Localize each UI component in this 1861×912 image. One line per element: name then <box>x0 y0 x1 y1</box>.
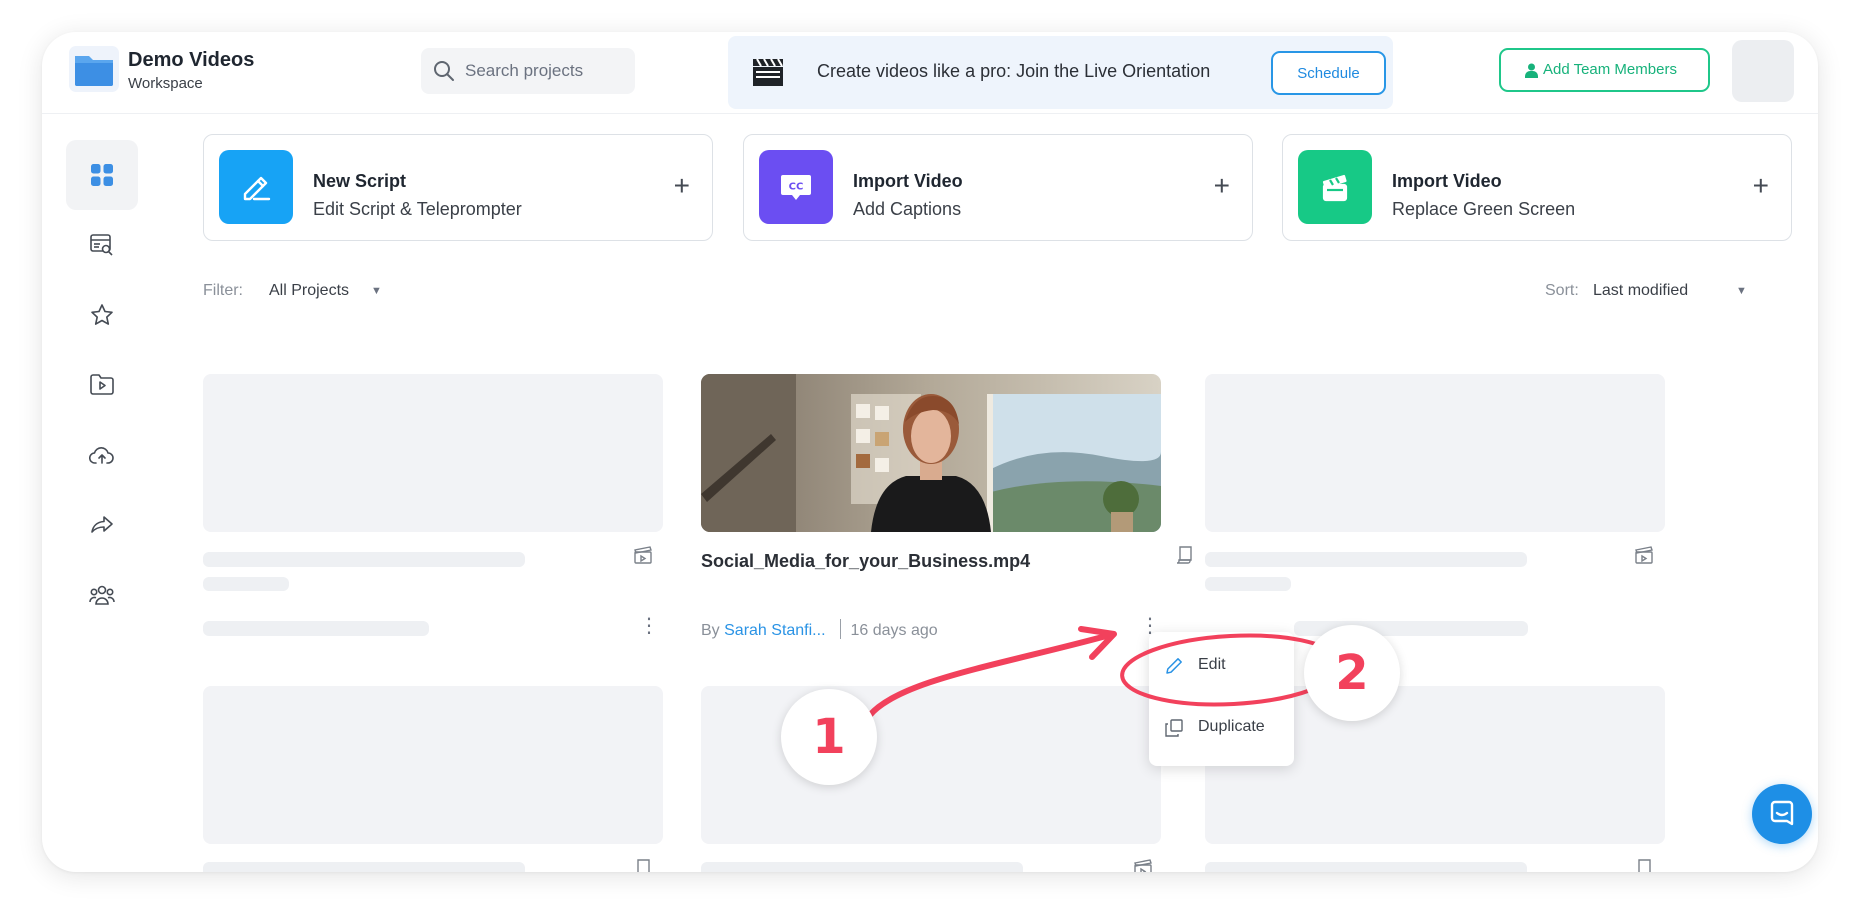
share-icon <box>91 516 113 533</box>
workspace-label: Workspace <box>128 75 203 92</box>
clapperboard-icon <box>634 546 652 564</box>
menu-item-duplicate-label: Duplicate <box>1198 718 1265 735</box>
search-box[interactable] <box>421 48 635 94</box>
orientation-banner: Create videos like a pro: Join the Live … <box>728 36 1393 109</box>
cloud-upload-icon <box>89 447 114 464</box>
menu-item-duplicate[interactable]: Duplicate <box>1149 702 1294 752</box>
title-placeholder <box>1205 552 1527 567</box>
sidebar-item-scripts[interactable] <box>66 210 138 280</box>
project-meta: By Sarah Stanfi... 16 days ago <box>701 619 938 640</box>
filter-label: Filter: <box>203 282 243 299</box>
sidebar-item-videos[interactable] <box>66 350 138 420</box>
captions-icon: CC <box>759 150 833 224</box>
title-placeholder <box>203 552 525 567</box>
avatar[interactable] <box>1732 40 1794 102</box>
team-icon <box>89 585 115 605</box>
top-header: Demo Videos Workspace Create videos like… <box>42 32 1818 114</box>
sidebar-item-favorites[interactable] <box>66 280 138 350</box>
sidebar-item-shared[interactable] <box>66 490 138 560</box>
new-script-subtitle: Edit Script & Teleprompter <box>313 199 522 219</box>
filter-dropdown[interactable]: All Projects <box>269 282 349 300</box>
search-input[interactable] <box>465 48 625 94</box>
meta-placeholder <box>203 621 429 636</box>
plus-icon[interactable]: + <box>674 172 690 200</box>
context-menu: Edit Duplicate <box>1149 632 1294 766</box>
workspace-folder-icon[interactable] <box>69 46 119 92</box>
script-icon <box>637 859 650 872</box>
workspace-name[interactable]: Demo Videos <box>128 49 254 72</box>
new-script-title: New Script <box>313 171 407 191</box>
plus-icon[interactable]: + <box>1214 172 1230 200</box>
import-video-green-screen-card[interactable]: Import Video Replace Green Screen + <box>1282 134 1792 241</box>
step-1-badge: 1 <box>781 689 877 785</box>
clapperboard-icon <box>1635 546 1653 564</box>
schedule-button[interactable]: Schedule <box>1271 51 1386 95</box>
add-team-members-label: Add Team Members <box>1543 61 1677 78</box>
more-options-icon[interactable]: ⋮ <box>639 616 659 636</box>
sort-dropdown[interactable]: Last modified <box>1593 282 1688 300</box>
title-placeholder <box>203 577 289 591</box>
import-video-captions-card[interactable]: CC Import Video Add Captions + <box>743 134 1253 241</box>
menu-item-edit[interactable]: Edit <box>1149 640 1294 690</box>
video-thumbnail[interactable] <box>701 374 1161 532</box>
divider <box>839 619 841 639</box>
add-team-members-button[interactable]: Add Team Members <box>1499 48 1710 92</box>
title-placeholder <box>701 862 1023 872</box>
sort-label: Sort: <box>1545 282 1579 299</box>
caret-down-icon[interactable]: ▼ <box>371 285 382 297</box>
clapperboard-icon <box>1134 859 1152 872</box>
menu-item-edit-label: Edit <box>1198 656 1226 673</box>
clapperboard-icon <box>753 58 783 86</box>
title-placeholder <box>1205 862 1527 872</box>
user-icon <box>1525 63 1538 78</box>
pencil-icon <box>1166 658 1182 674</box>
import-video-captions-subtitle: Add Captions <box>853 199 962 219</box>
search-icon <box>434 61 454 81</box>
plus-icon[interactable]: + <box>1753 172 1769 200</box>
video-folder-icon <box>90 374 114 395</box>
project-thumbnail-placeholder <box>1205 374 1665 532</box>
project-title[interactable]: Social_Media_for_your_Business.mp4 <box>701 548 1031 574</box>
script-icon <box>1176 546 1192 564</box>
app-window: Demo Videos Workspace Create videos like… <box>42 32 1818 872</box>
star-icon <box>91 304 113 325</box>
sidebar-item-team[interactable] <box>66 560 138 630</box>
script-icon <box>1638 859 1651 872</box>
title-placeholder <box>1205 577 1291 591</box>
by-label: By <box>701 622 720 639</box>
duplicate-icon <box>1165 719 1183 737</box>
caret-down-icon[interactable]: ▼ <box>1736 285 1747 297</box>
svg-text:CC: CC <box>789 182 804 193</box>
import-video-captions-title: Import Video <box>853 171 963 191</box>
title-placeholder <box>203 862 525 872</box>
grid-icon <box>91 164 113 186</box>
project-thumbnail-placeholder <box>701 686 1161 844</box>
sidebar-item-dashboard[interactable] <box>66 140 138 210</box>
project-thumbnail-placeholder <box>203 686 663 844</box>
pencil-icon <box>219 150 293 224</box>
script-preview-icon <box>90 234 113 256</box>
modified-date: 16 days ago <box>850 622 938 639</box>
sidebar-item-uploads[interactable] <box>66 420 138 490</box>
clapperboard-icon <box>1298 150 1372 224</box>
chat-icon <box>1770 800 1794 826</box>
banner-text: Create videos like a pro: Join the Live … <box>817 61 1211 81</box>
chat-launcher[interactable] <box>1752 784 1812 844</box>
import-video-green-screen-subtitle: Replace Green Screen <box>1392 199 1576 219</box>
import-video-green-screen-title: Import Video <box>1392 171 1502 191</box>
new-script-card[interactable]: New Script Edit Script & Teleprompter + <box>203 134 713 241</box>
step-2-badge: 2 <box>1304 625 1400 721</box>
author-link[interactable]: Sarah Stanfi... <box>724 622 825 639</box>
project-thumbnail-placeholder <box>203 374 663 532</box>
